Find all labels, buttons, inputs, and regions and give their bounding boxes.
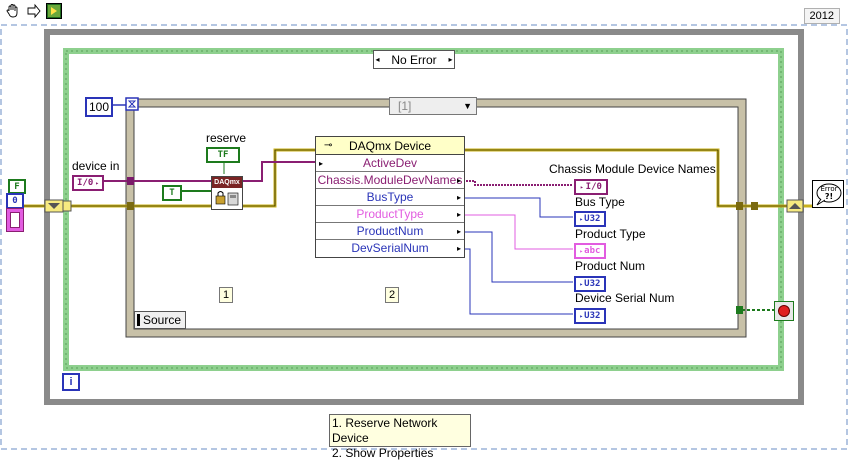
source-marker <box>137 314 140 326</box>
chevron-right-icon: ▸ <box>95 179 99 187</box>
product-num-label: Product Num <box>575 259 646 273</box>
reserve-type: TF <box>217 150 229 160</box>
product-num-indicator[interactable]: ▸ U32 <box>574 276 606 292</box>
chassis-names-type: I/0 <box>585 182 602 192</box>
chevron-right-icon: ▸ <box>579 280 584 288</box>
stop-icon <box>778 305 790 317</box>
lock-icon <box>215 191 239 206</box>
property-product-num[interactable]: ProductNum ▸ <box>316 223 464 240</box>
key-icon: ⊸ <box>324 140 333 151</box>
property-label: Chassis.ModuleDevNames <box>317 173 463 187</box>
daqmx-device-property-node[interactable]: ⊸ DAQmx Device ▸ ActiveDev Chassis.Modul… <box>315 136 465 258</box>
input-arrow-icon: ▸ <box>319 158 324 168</box>
sequence-selector[interactable]: [1] ▼ <box>389 97 477 115</box>
loop-condition-terminal[interactable] <box>774 301 794 321</box>
zero-terminal-label: 0 <box>12 196 18 206</box>
bus-type-type: U32 <box>584 214 601 224</box>
bus-type-label: Bus Type <box>575 195 625 209</box>
property-label: ProductNum <box>356 224 424 238</box>
output-arrow-icon: ▸ <box>456 226 461 236</box>
case-selector[interactable]: ◂ No Error ▸ <box>373 50 455 69</box>
comment-line: 2. Show Properties <box>332 446 434 460</box>
daqmx-banner: DAQmx <box>212 177 242 188</box>
frame-label-2: 2 <box>385 287 399 303</box>
chevron-down-icon[interactable]: ▼ <box>463 101 472 111</box>
property-label: ProductType <box>356 207 424 221</box>
product-type-type: abc <box>584 246 601 256</box>
sequence-selector-label: [1] <box>398 99 412 113</box>
case-selector-label: No Error <box>391 52 437 67</box>
property-label: BusType <box>366 190 414 204</box>
daqmx-reserve-vi[interactable]: DAQmx <box>211 176 243 210</box>
property-node-header: ⊸ DAQmx Device <box>316 137 464 155</box>
property-active-dev[interactable]: ▸ ActiveDev <box>316 155 464 172</box>
reserve-label: reserve <box>206 131 247 145</box>
device-in-terminal[interactable]: I/0 ▸ <box>72 175 104 191</box>
source-label-text: Source <box>143 313 182 327</box>
frame-label-1: 1 <box>219 287 233 303</box>
false-terminal-label: F <box>14 181 20 192</box>
device-in-type: I/0 <box>77 178 94 188</box>
diagram-comment: 1. Reserve Network Device 2. Show Proper… <box>329 414 471 460</box>
sequence-source-label[interactable]: Source <box>134 311 186 329</box>
false-terminal[interactable]: F <box>8 179 26 194</box>
error-icon: Error ?! <box>812 180 844 208</box>
svg-text:?!: ?! <box>825 192 833 201</box>
error-dialog-vi[interactable]: Error ?! <box>812 180 844 208</box>
zero-terminal[interactable]: 0 <box>6 193 24 209</box>
property-bus-type[interactable]: BusType ▸ <box>316 189 464 206</box>
timeout-constant[interactable]: 100 <box>85 97 113 117</box>
product-num-type: U32 <box>584 279 601 289</box>
serial-num-indicator[interactable]: ▸ U32 <box>574 308 606 324</box>
chevron-right-icon: ▸ <box>579 215 584 223</box>
true-constant[interactable]: T <box>162 185 182 201</box>
reserve-terminal[interactable]: TF <box>206 147 240 163</box>
property-chassis-module-dev-names[interactable]: Chassis.ModuleDevNames ▸ <box>316 172 464 189</box>
output-arrow-icon: ▸ <box>456 209 461 219</box>
property-node-title: DAQmx Device <box>348 138 431 153</box>
serial-num-type: U32 <box>584 311 601 321</box>
comment-line: 1. Reserve Network Device <box>332 416 438 445</box>
bus-type-indicator[interactable]: ▸ U32 <box>574 211 606 227</box>
true-constant-label: T <box>169 188 175 198</box>
chevron-right-icon: ▸ <box>579 312 584 320</box>
property-label: ActiveDev <box>362 156 418 170</box>
device-in-label: device in <box>72 159 120 173</box>
product-type-indicator[interactable]: ▸ abc <box>574 243 606 259</box>
chevron-right-icon: ▸ <box>580 183 584 191</box>
chassis-names-indicator[interactable]: ▸ I/0 <box>574 179 608 195</box>
iteration-terminal[interactable]: i <box>62 373 80 391</box>
output-arrow-icon: ▸ <box>456 243 461 253</box>
output-arrow-icon: ▸ <box>456 175 461 185</box>
case-decrement-icon[interactable]: ◂ <box>374 51 381 68</box>
string-cluster-terminal[interactable] <box>6 208 24 232</box>
output-arrow-icon: ▸ <box>456 192 461 202</box>
property-product-type[interactable]: ProductType ▸ <box>316 206 464 223</box>
property-label: DevSerialNum <box>351 241 429 255</box>
case-increment-icon[interactable]: ▸ <box>447 51 454 68</box>
product-type-label: Product Type <box>575 227 646 241</box>
chassis-names-label: Chassis Module Device Names <box>549 162 716 176</box>
serial-num-label: Device Serial Num <box>575 291 675 305</box>
property-dev-serial-num[interactable]: DevSerialNum ▸ <box>316 240 464 256</box>
chevron-right-icon: ▸ <box>579 247 584 255</box>
